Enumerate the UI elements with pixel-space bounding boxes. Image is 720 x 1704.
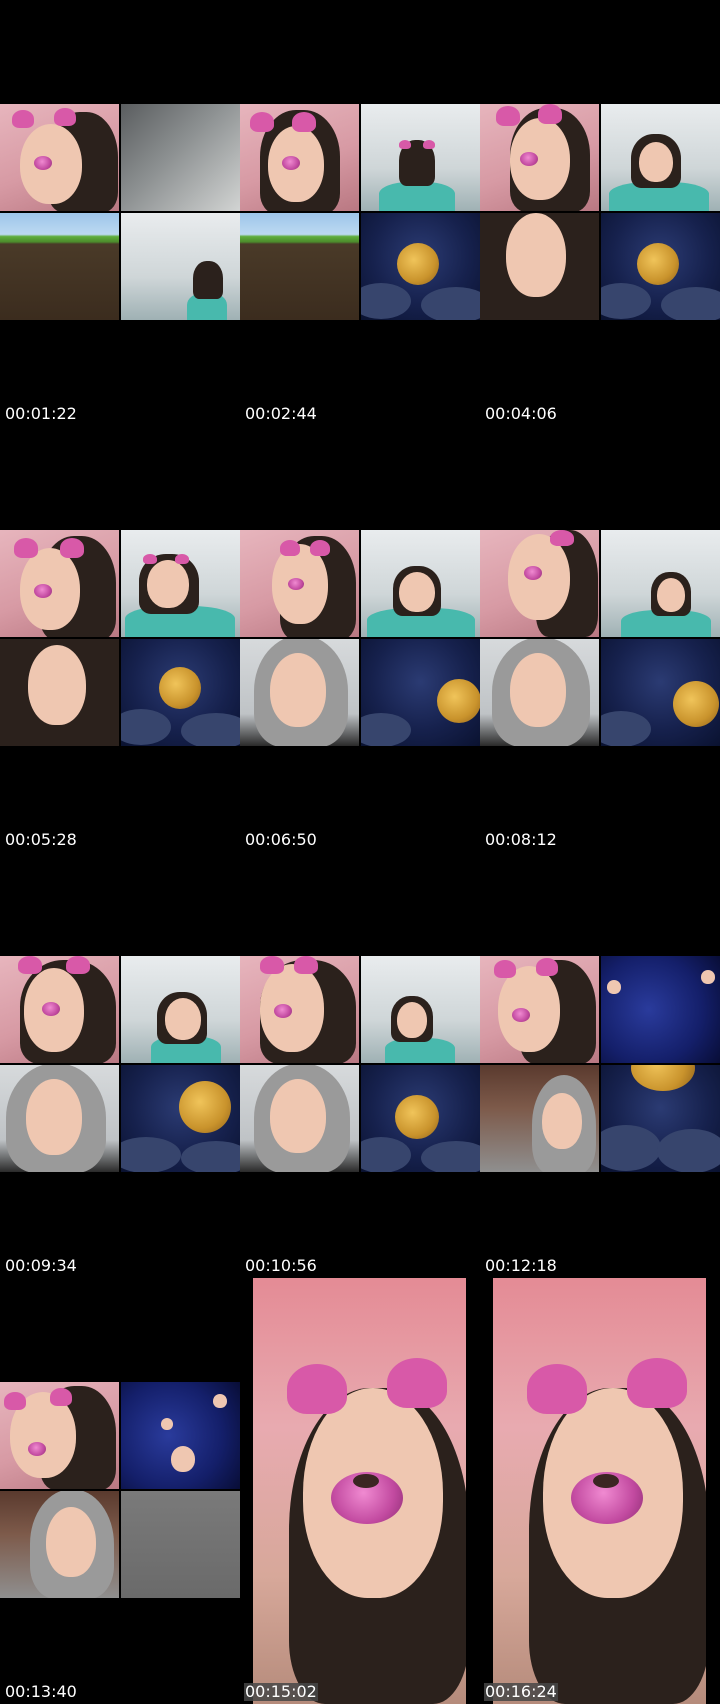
timestamp-label: 00:15:02 [244,1682,318,1701]
selfie-frame [480,1065,599,1172]
timestamp-label: 00:06:50 [245,830,317,849]
timestamp-label: 00:01:22 [5,404,77,423]
space-frame [601,956,720,1063]
moon-clouds-frame [601,639,720,746]
room-frame [601,104,720,211]
selfie-frame [0,1491,119,1598]
room-frame [361,530,480,637]
timestamp-label: 00:10:56 [245,1256,317,1275]
selfie-dog-filter-frame [480,956,599,1063]
room-frame [361,956,480,1063]
grass-dirt-frame [0,213,119,320]
room-frame [121,530,240,637]
timestamp-label: 00:04:06 [485,404,557,423]
quad-grid [480,104,720,322]
timestamp-label: 00:08:12 [485,830,557,849]
room-frame [121,213,240,320]
room-frame [361,104,480,211]
thumbnail-7[interactable]: 00:09:34 [0,852,240,1278]
timestamp-label: 00:02:44 [245,404,317,423]
quad-grid [480,956,720,1174]
moon-clouds-frame [601,1065,720,1172]
room-frame [601,530,720,637]
selfie-dog-filter-frame [0,1382,119,1489]
selfie-dog-filter-frame [240,104,359,211]
quad-grid [480,530,720,748]
moon-clouds-frame [601,213,720,320]
quad-grid [240,530,480,748]
thumbnail-8[interactable]: 00:10:56 [240,852,480,1278]
selfie-frame [0,1065,119,1172]
moon-clouds-frame [121,639,240,746]
timestamp-label: 00:16:24 [484,1682,558,1701]
selfie-dog-filter-frame [0,956,119,1063]
selfie-frame [240,1065,359,1172]
quad-grid [240,104,480,322]
dark-frame [121,1491,240,1598]
selfie-dog-filter-frame [480,104,599,211]
quad-grid [0,1382,240,1600]
thumbnail-9[interactable]: 00:12:18 [480,852,720,1278]
selfie-frame [0,639,119,746]
room-frame [121,956,240,1063]
selfie-dog-filter-frame [240,530,359,637]
quad-grid [0,956,240,1174]
quad-grid [0,530,240,748]
grass-dirt-frame [240,213,359,320]
quad-grid [240,956,480,1174]
timestamp-label: 00:12:18 [485,1256,557,1275]
ceiling-frame [121,104,240,211]
thumbnail-3[interactable]: 00:04:06 [480,0,720,426]
timestamp-label: 00:05:28 [5,830,77,849]
selfie-dog-filter-frame [253,1278,466,1704]
selfie-frame [480,639,599,746]
thumbnail-6[interactable]: 00:08:12 [480,426,720,852]
selfie-frame [240,639,359,746]
space-frame [121,1382,240,1489]
thumbnail-11[interactable]: 00:15:02 [240,1278,480,1704]
thumbnail-12[interactable]: 00:16:24 [480,1278,720,1704]
moon-clouds-frame [361,213,480,320]
thumbnail-2[interactable]: 00:02:44 [240,0,480,426]
timestamp-label: 00:13:40 [5,1682,77,1701]
moon-clouds-frame [361,639,480,746]
thumbnail-4[interactable]: 00:05:28 [0,426,240,852]
selfie-dog-filter-frame [0,530,119,637]
selfie-dog-filter-frame [493,1278,706,1704]
timestamp-label: 00:09:34 [5,1256,77,1275]
thumbnail-10[interactable]: 00:13:40 [0,1278,240,1704]
quad-grid [0,104,240,322]
thumbnail-5[interactable]: 00:06:50 [240,426,480,852]
moon-clouds-frame [361,1065,480,1172]
selfie-dog-filter-frame [0,104,119,211]
selfie-dog-filter-frame [240,956,359,1063]
thumbnail-1[interactable]: 00:01:22 [0,0,240,426]
selfie-dog-filter-frame [480,530,599,637]
moon-clouds-frame [121,1065,240,1172]
selfie-frame [480,213,599,320]
